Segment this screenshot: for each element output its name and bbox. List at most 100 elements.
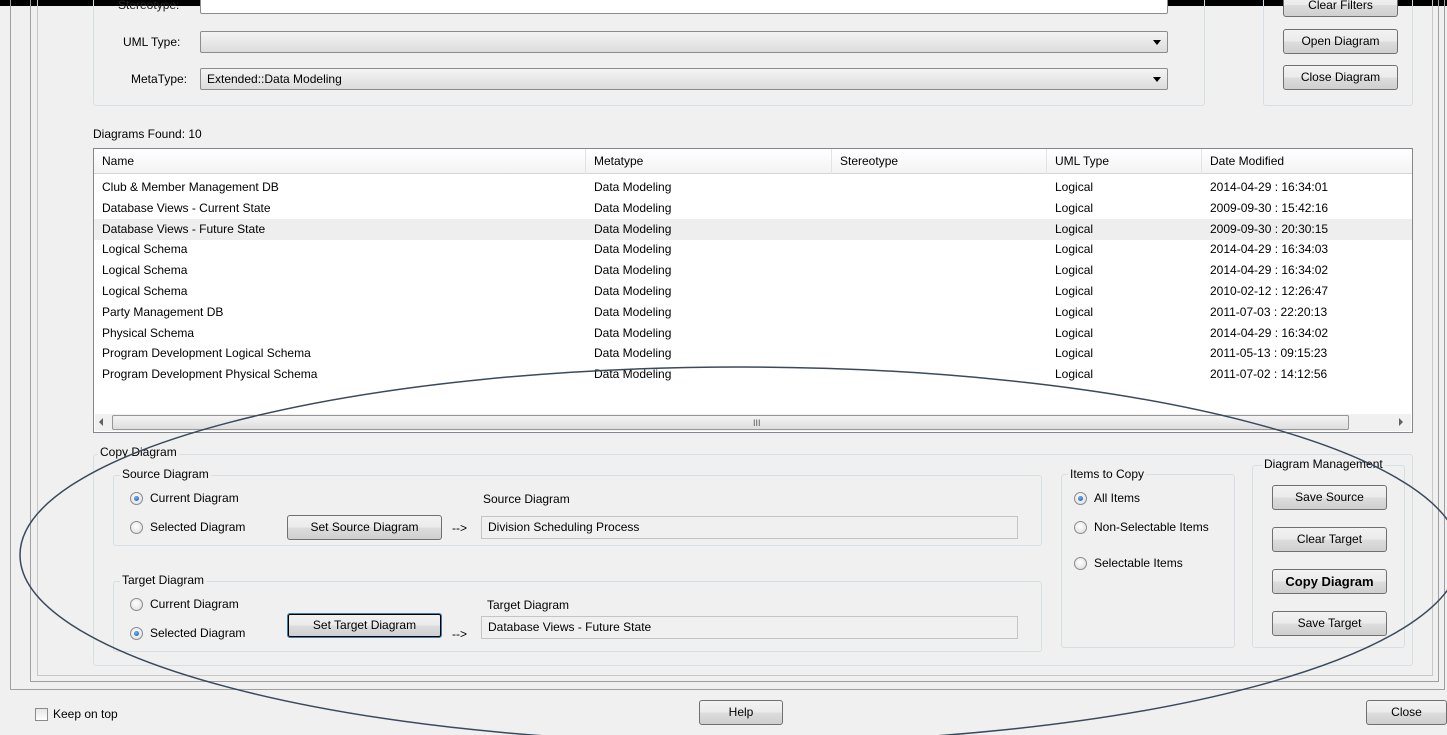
uml-type-combo[interactable] (200, 31, 1168, 53)
cell-metatype: Data Modeling (594, 221, 672, 236)
selectable-items-radio[interactable] (1074, 557, 1087, 570)
source-current-radio[interactable] (130, 492, 143, 505)
scroll-right-icon[interactable] (1399, 418, 1403, 426)
source-selected-radio[interactable] (130, 521, 143, 534)
non-selectable-items-radio[interactable] (1074, 521, 1087, 534)
cell-name: Club & Member Management DB (102, 180, 279, 194)
table-row[interactable]: Program Development Physical Schema Data … (94, 364, 1412, 385)
close-button[interactable]: Close (1366, 700, 1447, 725)
table-row[interactable]: Database Views - Future State Data Modeli… (94, 218, 1412, 240)
cell-uml-type: Logical (1055, 242, 1094, 257)
table-row[interactable]: Club & Member Management DB Data Modeling… (94, 177, 1412, 198)
cell-stereotype (832, 343, 840, 364)
keep-on-top-label[interactable]: Keep on top (53, 707, 118, 721)
cell-metatype: Data Modeling (594, 284, 672, 298)
diagram-list[interactable]: Name Metatype Stereotype UML Type Date M… (93, 148, 1413, 433)
source-arrow: --> (452, 521, 467, 535)
target-diagram-field[interactable]: Database Views - Future State (481, 616, 1018, 639)
copy-diagram-button[interactable]: Copy Diagram (1272, 569, 1387, 594)
metatype-label: MetaType: (131, 72, 188, 86)
column-header-metatype[interactable]: Metatype (586, 149, 832, 174)
cell-stereotype (832, 302, 840, 323)
cell-stereotype (832, 239, 840, 260)
save-source-button[interactable]: Save Source (1272, 485, 1387, 510)
cell-stereotype (832, 177, 840, 198)
uml-type-label: UML Type: (123, 35, 181, 49)
cell-uml-type: Logical (1055, 284, 1094, 298)
table-row[interactable]: Logical Schema Data Modeling Logical 2014-0… (94, 260, 1412, 281)
cell-metatype: Data Modeling (594, 304, 672, 319)
cell-date-modified: 2010-02-12 : 12:26:47 (1210, 284, 1329, 298)
source-selected-label[interactable]: Selected Diagram (150, 520, 245, 534)
cell-name: Logical Schema (102, 284, 188, 298)
cell-date-modified: 2014-04-29 : 16:34:02 (1210, 263, 1329, 278)
keep-on-top-checkbox[interactable] (35, 708, 48, 721)
table-row[interactable]: Physical Schema Data Modeling Logical 2014-… (94, 323, 1412, 344)
clear-filters-button[interactable]: Clear Filters (1283, 0, 1398, 17)
scrollbar-thumb[interactable]: III (112, 415, 1349, 430)
chevron-down-icon (1153, 40, 1161, 45)
cell-date-modified: 2011-07-03 : 22:20:13 (1210, 304, 1328, 319)
diagrams-found-count: Diagrams Found: 10 (93, 127, 202, 141)
cell-stereotype (832, 281, 840, 302)
diagram-management-title: Diagram Management (1262, 457, 1385, 471)
stereotype-combo[interactable] (200, 0, 1168, 14)
table-row[interactable]: Program Development Logical Schema Data M… (94, 343, 1412, 364)
horizontal-scrollbar[interactable]: III (95, 414, 1411, 431)
metatype-combo[interactable]: Extended::Data Modeling (200, 68, 1168, 90)
target-diagram-field-label: Target Diagram (487, 598, 570, 612)
list-header: Name Metatype Stereotype UML Type Date M… (94, 149, 1412, 174)
cell-metatype: Data Modeling (594, 180, 672, 194)
set-target-diagram-button[interactable]: Set Target Diagram (287, 613, 442, 638)
all-items-radio[interactable] (1074, 492, 1087, 505)
source-current-label[interactable]: Current Diagram (150, 491, 239, 505)
column-header-date-modified[interactable]: Date Modified (1202, 149, 1413, 174)
table-row[interactable]: Database Views - Current State Data Model… (94, 198, 1412, 219)
table-row[interactable]: Logical Schema Data Modeling Logical 2014-0… (94, 239, 1412, 260)
cell-uml-type: Logical (1055, 346, 1094, 361)
target-selected-label[interactable]: Selected Diagram (150, 626, 245, 640)
clear-target-button[interactable]: Clear Target (1272, 527, 1387, 552)
column-header-uml-type[interactable]: UML Type (1047, 149, 1202, 174)
copy-diagram-title: Copy Diagram (98, 445, 179, 459)
table-row[interactable]: Party Management DB Data Modeling Logical 2… (94, 302, 1412, 323)
cell-name: Logical Schema (102, 242, 188, 257)
cell-stereotype (832, 198, 840, 219)
filter-group (93, 0, 1205, 106)
cell-metatype: Data Modeling (594, 263, 672, 278)
save-target-button[interactable]: Save Target (1272, 611, 1387, 636)
cell-date-modified: 2014-04-29 : 16:34:02 (1210, 325, 1329, 340)
all-items-label[interactable]: All Items (1094, 491, 1140, 505)
target-current-radio[interactable] (130, 598, 143, 611)
column-header-name[interactable]: Name (94, 149, 586, 174)
cell-stereotype (832, 323, 840, 344)
set-source-diagram-button[interactable]: Set Source Diagram (287, 515, 442, 540)
cell-name: Logical Schema (102, 263, 188, 278)
table-row[interactable]: Logical Schema Data Modeling Logical 2010-0… (94, 281, 1412, 302)
scroll-left-icon[interactable] (99, 418, 103, 426)
cell-name: Program Development Logical Schema (102, 346, 311, 361)
cell-uml-type: Logical (1055, 263, 1094, 278)
cell-uml-type: Logical (1055, 325, 1094, 340)
cell-stereotype (832, 219, 840, 240)
selectable-items-label[interactable]: Selectable Items (1094, 556, 1183, 570)
open-diagram-button[interactable]: Open Diagram (1283, 29, 1398, 54)
cell-date-modified: 2011-07-02 : 14:12:56 (1210, 367, 1328, 382)
cell-metatype: Data Modeling (594, 200, 672, 215)
cell-uml-type: Logical (1055, 180, 1094, 194)
non-selectable-items-label[interactable]: Non-Selectable Items (1094, 520, 1209, 534)
target-selected-radio[interactable] (130, 627, 143, 640)
source-diagram-field[interactable]: Division Scheduling Process (481, 516, 1018, 539)
cell-metatype: Data Modeling (594, 242, 672, 257)
close-diagram-button[interactable]: Close Diagram (1283, 65, 1398, 90)
column-header-stereotype[interactable]: Stereotype (832, 149, 1047, 174)
source-diagram-field-label: Source Diagram (483, 492, 570, 506)
target-current-label[interactable]: Current Diagram (150, 597, 239, 611)
target-diagram-title: Target Diagram (120, 573, 207, 587)
help-button[interactable]: Help (699, 700, 783, 725)
cell-stereotype (832, 364, 840, 385)
cell-name: Database Views - Future State (102, 221, 266, 236)
stereotype-label: Stereotype: (118, 0, 180, 12)
cell-date-modified: 2009-09-30 : 15:42:16 (1210, 200, 1329, 215)
cell-date-modified: 2009-09-30 : 20:30:15 (1210, 221, 1329, 236)
